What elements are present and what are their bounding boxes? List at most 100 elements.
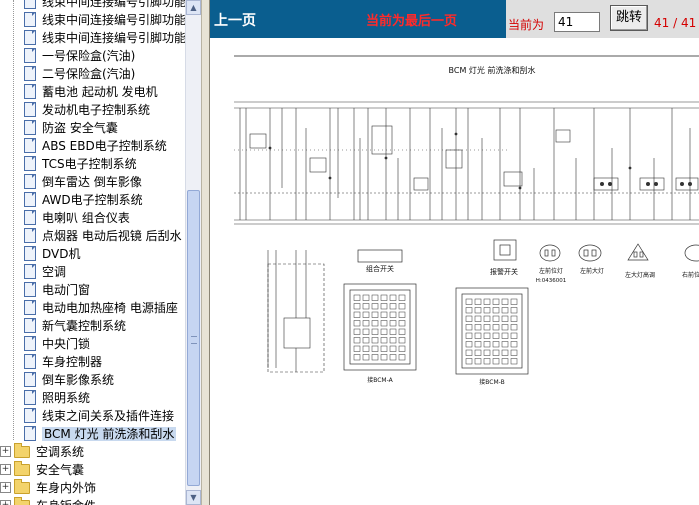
tree-item[interactable]: 一号保险盒(汽油) (24, 47, 135, 65)
bcm-a-pins (353, 294, 406, 361)
tree-item-label: 蓄电池 起动机 发电机 (42, 85, 158, 99)
document-icon (24, 84, 36, 99)
expand-icon[interactable]: + (0, 500, 11, 505)
document-icon (24, 156, 36, 171)
connector-pin (483, 332, 491, 339)
connector-pin (501, 315, 509, 322)
tree-item-label: 电喇叭 组合仪表 (42, 211, 130, 225)
document-icon (24, 102, 36, 117)
tree-item[interactable]: 二号保险盒(汽油) (24, 65, 135, 83)
document-icon (24, 210, 36, 225)
connector-pin (465, 315, 473, 322)
connector-pin (371, 345, 379, 352)
tree-item-label: BCM 灯光 前洗涤和刮水 (42, 427, 177, 441)
connector-pin (398, 328, 406, 335)
connector-pin (510, 341, 518, 348)
connector-pin (492, 307, 500, 314)
connector-pin (371, 294, 379, 301)
folder-icon (14, 496, 30, 505)
scrollbar-thumb[interactable] (187, 190, 200, 486)
tree-scrollbar[interactable]: ▲ ▼ (185, 0, 201, 505)
tree-folder[interactable]: + 车身钣金件 (0, 496, 96, 505)
scroll-down-arrow-icon[interactable]: ▼ (186, 490, 201, 505)
tree-guide-line (13, 0, 14, 440)
tree-item-label: 电动电加热座椅 电源插座 (42, 301, 178, 315)
tree-item[interactable]: 发动机电子控制系统 (24, 101, 150, 119)
page-number-input[interactable] (554, 12, 600, 32)
tree-item[interactable]: ABS EBD电子控制系统 (24, 137, 167, 155)
tree-item[interactable]: 蓄电池 起动机 发电机 (24, 83, 158, 101)
tree-item[interactable]: 中央门锁 (24, 335, 90, 353)
connector-pin (353, 345, 361, 352)
current-page-label: 当前为 (508, 18, 545, 32)
connector-pin (510, 315, 518, 322)
tree-item-label: 照明系统 (42, 391, 91, 405)
tree-item[interactable]: 点烟器 电动后视镜 后刮水 (24, 227, 182, 245)
document-icon (24, 174, 36, 189)
connector-pin (501, 324, 509, 331)
connector-pin (465, 358, 473, 365)
tree-item[interactable]: 电动电加热座椅 电源插座 (24, 299, 178, 317)
tree-item[interactable]: 倒车影像系统 (24, 371, 114, 389)
relay-schematic (267, 250, 325, 373)
tree-folder[interactable]: + 车身内外饰 (0, 478, 97, 497)
tree-item-label: 一号保险盒(汽油) (42, 49, 136, 63)
tree-item[interactable]: AWD电子控制系统 (24, 191, 143, 209)
tree-item[interactable]: 车身控制器 (24, 353, 102, 371)
tree-item[interactable]: 线束中间连接编号引脚功能 (24, 29, 185, 47)
jump-button[interactable]: 跳转 (610, 5, 648, 31)
connector-pin (483, 315, 491, 322)
tree-folder[interactable]: + 安全气囊 (0, 460, 84, 479)
tree-item-label: AWD电子控制系统 (42, 193, 143, 207)
connector-pin (353, 311, 361, 318)
tree-item-label: ABS EBD电子控制系统 (42, 139, 167, 153)
tree-item[interactable]: 线束中间连接编号引脚功能 (24, 0, 185, 11)
connector-pin (398, 303, 406, 310)
tree-item[interactable]: 线束中间连接编号引脚功能 (24, 11, 185, 29)
document-icon (24, 228, 36, 243)
tree-item[interactable]: BCM 灯光 前洗涤和刮水 (24, 425, 177, 443)
folder-icon (14, 478, 30, 494)
tree-item-label: 线束中间连接编号引脚功能 (42, 31, 185, 45)
tree-item[interactable]: 新气囊控制系统 (24, 317, 126, 335)
tree-item-label: 新气囊控制系统 (42, 319, 127, 333)
tree-item[interactable]: 线束之间关系及插件连接 (24, 407, 174, 425)
connector-pin (492, 349, 500, 356)
connector-pin (492, 315, 500, 322)
previous-page-link[interactable]: 上一页 (214, 10, 256, 30)
tree-item[interactable]: 倒车雷达 倒车影像 (24, 173, 142, 191)
scroll-up-arrow-icon[interactable]: ▲ (186, 0, 201, 15)
tree-item-label: 倒车雷达 倒车影像 (42, 175, 142, 189)
tree-folder[interactable]: + 空调系统 (0, 442, 85, 461)
expand-icon[interactable]: + (0, 464, 11, 475)
connector-pin (510, 349, 518, 356)
document-icon (24, 264, 36, 279)
connector-pin (501, 341, 509, 348)
connector-pin (389, 354, 397, 361)
tree-item[interactable]: TCS电子控制系统 (24, 155, 137, 173)
expand-icon[interactable]: + (0, 482, 11, 493)
connector-pin (353, 354, 361, 361)
tree-item-label: 电动门窗 (42, 283, 91, 297)
connector-pin (398, 354, 406, 361)
document-icon (24, 300, 36, 315)
tree-item[interactable]: 照明系统 (24, 389, 90, 407)
tree-item[interactable]: 防盗 安全气囊 (24, 119, 118, 137)
connector-pin (362, 320, 370, 327)
connector-pin (492, 358, 500, 365)
tree-item-label: 二号保险盒(汽油) (42, 67, 136, 81)
connector-pin (492, 332, 500, 339)
tree-item[interactable]: 空调 (24, 263, 66, 281)
connector-pin (398, 337, 406, 344)
tree-item[interactable]: DVD机 (24, 245, 80, 263)
tree-folder-label: 空调系统 (36, 445, 85, 459)
left-headlamp-adjust-label: 左大灯高调 (625, 271, 655, 279)
tree-folder-label: 车身内外饰 (36, 481, 97, 495)
expand-icon[interactable]: + (0, 446, 11, 457)
last-page-message: 当前为最后一页 (366, 14, 458, 29)
tree-item[interactable]: 电喇叭 组合仪表 (24, 209, 130, 227)
tree-item[interactable]: 电动门窗 (24, 281, 90, 299)
frame-splitter[interactable] (201, 0, 210, 505)
connector-pin (371, 328, 379, 335)
document-icon (24, 12, 36, 27)
